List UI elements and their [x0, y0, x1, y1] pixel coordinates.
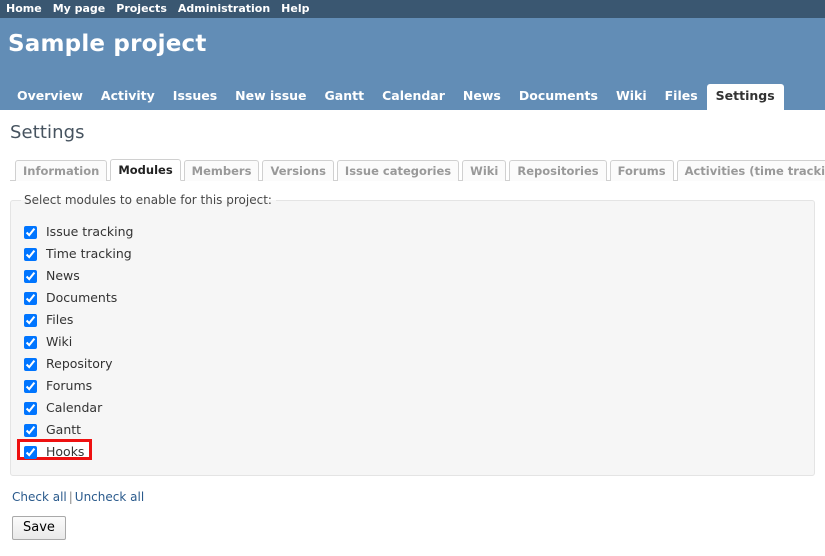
module-label-calendar[interactable]: Calendar	[19, 400, 102, 416]
module-label-forums[interactable]: Forums	[19, 378, 92, 394]
list-item[interactable]: Hooks	[17, 439, 804, 463]
module-name: Forums	[46, 378, 93, 393]
module-name: Documents	[46, 290, 118, 305]
main-menu-item-gantt[interactable]: Gantt	[316, 84, 374, 110]
module-checkbox-issue-tracking[interactable]	[24, 225, 37, 239]
tab-activities-time-tracking[interactable]: Activities (time tracking)	[676, 160, 825, 181]
module-checkbox-repository[interactable]	[24, 357, 37, 371]
link-separator: |	[68, 490, 73, 504]
tab-repositories[interactable]: Repositories	[509, 160, 607, 181]
main-menu-item-activity[interactable]: Activity	[92, 84, 164, 110]
list-item[interactable]: Repository	[19, 353, 804, 375]
list-item[interactable]: Calendar	[19, 397, 804, 419]
module-label-wiki[interactable]: Wiki	[19, 334, 72, 350]
tab-modules[interactable]: Modules	[110, 159, 181, 181]
page-content: Settings Information Modules Members Ver…	[0, 110, 825, 540]
module-label-issue-tracking[interactable]: Issue tracking	[19, 224, 133, 240]
tab-forums[interactable]: Forums	[609, 160, 674, 181]
tab-members[interactable]: Members	[183, 160, 260, 181]
list-item[interactable]: Wiki	[19, 331, 804, 353]
module-name: Time tracking	[46, 246, 132, 261]
module-checkbox-list: Issue tracking Time tracking News Docume…	[17, 221, 804, 463]
module-name: Gantt	[46, 422, 82, 437]
list-item[interactable]: Issue tracking	[19, 221, 804, 243]
uncheck-all-link[interactable]: Uncheck all	[75, 490, 144, 504]
module-label-hooks[interactable]: Hooks	[19, 444, 84, 460]
project-header: Sample project Overview Activity Issues …	[0, 18, 825, 110]
page-title: Settings	[10, 122, 85, 143]
main-menu-item-calendar[interactable]: Calendar	[373, 84, 454, 110]
save-button[interactable]: Save	[12, 516, 66, 540]
main-menu-item-overview[interactable]: Overview	[8, 84, 92, 110]
tab-issue-categories[interactable]: Issue categories	[336, 160, 460, 181]
module-checkbox-gantt[interactable]	[24, 423, 37, 437]
module-name: Repository	[46, 356, 113, 371]
project-modules-form: Select modules to enable for this projec…	[10, 193, 815, 540]
top-menu-item-administration[interactable]: Administration	[178, 0, 270, 18]
top-menu-item-projects[interactable]: Projects	[116, 0, 167, 18]
module-label-news[interactable]: News	[19, 268, 80, 284]
settings-tab-bar: Information Modules Members Versions Iss…	[10, 157, 825, 181]
module-name: Issue tracking	[46, 224, 134, 239]
project-main-menu: Overview Activity Issues New issue Gantt…	[0, 83, 825, 110]
module-label-files[interactable]: Files	[19, 312, 73, 328]
main-menu-item-files[interactable]: Files	[656, 84, 707, 110]
bulk-select-links: Check all | Uncheck all	[12, 490, 815, 504]
module-checkbox-hooks[interactable]	[24, 445, 37, 459]
tab-information[interactable]: Information	[15, 160, 108, 181]
module-label-time-tracking[interactable]: Time tracking	[19, 246, 132, 262]
main-menu-item-news[interactable]: News	[454, 84, 510, 110]
main-menu-item-new-issue[interactable]: New issue	[226, 84, 315, 110]
list-item[interactable]: News	[19, 265, 804, 287]
module-name: Hooks	[46, 444, 85, 459]
list-item[interactable]: Time tracking	[19, 243, 804, 265]
module-label-gantt[interactable]: Gantt	[19, 422, 81, 438]
top-menu-item-home[interactable]: Home	[6, 0, 42, 18]
module-checkbox-news[interactable]	[24, 269, 37, 283]
list-item[interactable]: Forums	[19, 375, 804, 397]
module-name: Calendar	[46, 400, 103, 415]
top-global-menu: Home My page Projects Administration Hel…	[0, 0, 825, 18]
module-label-repository[interactable]: Repository	[19, 356, 112, 372]
module-checkbox-documents[interactable]	[24, 291, 37, 305]
main-menu-item-issues[interactable]: Issues	[164, 84, 226, 110]
module-checkbox-calendar[interactable]	[24, 401, 37, 415]
main-menu-item-settings[interactable]: Settings	[706, 84, 784, 110]
form-actions: Save	[12, 516, 815, 540]
top-menu-item-help[interactable]: Help	[281, 0, 309, 18]
module-checkbox-forums[interactable]	[24, 379, 37, 393]
list-item[interactable]: Gantt	[19, 419, 804, 441]
tab-versions[interactable]: Versions	[262, 160, 334, 181]
module-checkbox-time-tracking[interactable]	[24, 247, 37, 261]
module-checkbox-files[interactable]	[24, 313, 37, 327]
list-item[interactable]: Files	[19, 309, 804, 331]
modules-fieldset: Select modules to enable for this projec…	[10, 193, 815, 476]
check-all-link[interactable]: Check all	[12, 490, 67, 504]
main-menu-item-wiki[interactable]: Wiki	[607, 84, 656, 110]
module-name: Wiki	[46, 334, 73, 349]
list-item[interactable]: Documents	[19, 287, 804, 309]
module-checkbox-wiki[interactable]	[24, 335, 37, 349]
project-title: Sample project	[8, 31, 207, 57]
main-menu-item-documents[interactable]: Documents	[510, 84, 607, 110]
top-menu-item-my-page[interactable]: My page	[53, 0, 106, 18]
tab-wiki[interactable]: Wiki	[462, 160, 507, 181]
module-label-documents[interactable]: Documents	[19, 290, 117, 306]
module-name: News	[46, 268, 80, 283]
modules-legend: Select modules to enable for this projec…	[24, 193, 272, 207]
module-name: Files	[46, 312, 74, 327]
